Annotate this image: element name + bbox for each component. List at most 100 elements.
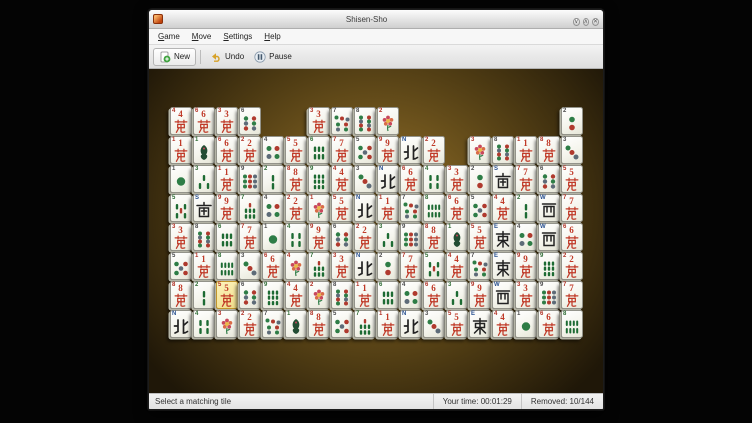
minimize-button[interactable]: ∨ xyxy=(573,18,579,26)
tile-p3[interactable]: 3 xyxy=(354,165,376,193)
tile-p1[interactable]: 1 xyxy=(170,165,192,193)
tile-p5[interactable]: 5 xyxy=(331,310,353,338)
tile-p4[interactable]: 4 xyxy=(515,223,537,251)
tile-m2[interactable]: 22 xyxy=(354,223,376,251)
tile-m1[interactable]: 11 xyxy=(377,194,399,222)
close-button[interactable]: ✕ xyxy=(592,18,599,26)
tile-p7[interactable]: 7 xyxy=(469,252,491,280)
tile-p9[interactable]: 9 xyxy=(400,223,422,251)
maximize-button[interactable]: ∧ xyxy=(583,18,589,26)
tile-p2[interactable]: 2 xyxy=(561,107,583,135)
tile-m8[interactable]: 88 xyxy=(285,165,307,193)
tile-s9[interactable]: 9 xyxy=(262,281,284,309)
tile-p3[interactable]: 3 xyxy=(423,310,445,338)
tile-m3[interactable]: 33 xyxy=(170,223,192,251)
tile-we[interactable]: E xyxy=(492,223,514,251)
tile-f2[interactable]: 2 xyxy=(377,107,399,135)
tile-m2[interactable]: 22 xyxy=(239,310,261,338)
tile-m5[interactable]: 55 xyxy=(469,223,491,251)
tile-p8[interactable]: 8 xyxy=(331,281,353,309)
tile-wn[interactable]: N xyxy=(354,194,376,222)
tile-p9[interactable]: 9 xyxy=(239,165,261,193)
tile-p5[interactable]: 5 xyxy=(469,194,491,222)
tile-m5[interactable]: 55 xyxy=(446,310,468,338)
tile-ww[interactable]: W xyxy=(538,194,560,222)
tile-s7[interactable]: 7 xyxy=(308,252,330,280)
tile-m1[interactable]: 11 xyxy=(377,310,399,338)
tile-m6[interactable]: 66 xyxy=(216,136,238,164)
tile-we[interactable]: E xyxy=(492,252,514,280)
tile-wn[interactable]: N xyxy=(377,165,399,193)
tile-m7[interactable]: 77 xyxy=(331,136,353,164)
tile-p6[interactable]: 6 xyxy=(239,107,261,135)
tile-p7[interactable]: 7 xyxy=(331,107,353,135)
tile-s3[interactable]: 3 xyxy=(193,165,215,193)
tile-s3[interactable]: 3 xyxy=(446,281,468,309)
tile-m5[interactable]: 55 xyxy=(561,165,583,193)
tile-m1[interactable]: 11 xyxy=(515,136,537,164)
undo-button[interactable]: Undo xyxy=(205,49,249,65)
tile-m4[interactable]: 44 xyxy=(331,165,353,193)
tile-f3[interactable]: 3 xyxy=(469,136,491,164)
tile-m3[interactable]: 33 xyxy=(446,165,468,193)
tile-p7[interactable]: 7 xyxy=(400,194,422,222)
tile-s2[interactable]: 2 xyxy=(515,194,537,222)
tile-f1[interactable]: 1 xyxy=(308,194,330,222)
tile-p1[interactable]: 1 xyxy=(262,223,284,251)
tile-m4[interactable]: 44 xyxy=(446,252,468,280)
tile-wn[interactable]: N xyxy=(170,310,192,338)
tile-s6[interactable]: 6 xyxy=(308,136,330,164)
tile-p3[interactable]: 3 xyxy=(561,136,583,164)
tile-m4[interactable]: 44 xyxy=(285,281,307,309)
tile-s2[interactable]: 2 xyxy=(262,165,284,193)
tile-m7[interactable]: 77 xyxy=(239,223,261,251)
tile-m6[interactable]: 66 xyxy=(538,310,560,338)
tile-s1[interactable]: 1 xyxy=(193,136,215,164)
tile-s8[interactable]: 8 xyxy=(216,252,238,280)
tile-wn[interactable]: N xyxy=(400,310,422,338)
tile-p5[interactable]: 5 xyxy=(170,252,192,280)
menu-move[interactable]: Move xyxy=(186,31,218,42)
tile-m9[interactable]: 99 xyxy=(377,136,399,164)
tile-m9[interactable]: 99 xyxy=(216,194,238,222)
tile-f3[interactable]: 3 xyxy=(216,310,238,338)
menu-settings[interactable]: Settings xyxy=(217,31,258,42)
tile-m8[interactable]: 88 xyxy=(423,223,445,251)
tile-p1[interactable]: 1 xyxy=(515,310,537,338)
tile-m5[interactable]: 55 xyxy=(216,281,238,309)
tile-m8[interactable]: 88 xyxy=(538,136,560,164)
tile-m4[interactable]: 44 xyxy=(492,310,514,338)
tile-s3[interactable]: 3 xyxy=(377,223,399,251)
tile-m8[interactable]: 88 xyxy=(170,281,192,309)
tile-m9[interactable]: 99 xyxy=(515,252,537,280)
tile-p7[interactable]: 7 xyxy=(262,310,284,338)
tile-p4[interactable]: 4 xyxy=(400,281,422,309)
tile-m6[interactable]: 66 xyxy=(423,281,445,309)
tile-s5[interactable]: 5 xyxy=(170,194,192,222)
tile-m7[interactable]: 77 xyxy=(561,281,583,309)
tile-m9[interactable]: 99 xyxy=(308,223,330,251)
tile-m2[interactable]: 22 xyxy=(285,194,307,222)
tile-s4[interactable]: 4 xyxy=(423,165,445,193)
tile-ws[interactable]: S xyxy=(193,194,215,222)
new-button[interactable]: New xyxy=(153,48,196,66)
tile-s5[interactable]: 5 xyxy=(423,252,445,280)
tile-m4[interactable]: 44 xyxy=(170,107,192,135)
pause-button[interactable]: Pause xyxy=(249,49,297,65)
tile-p8[interactable]: 8 xyxy=(354,107,376,135)
tile-s1[interactable]: 1 xyxy=(285,310,307,338)
tile-s8[interactable]: 8 xyxy=(423,194,445,222)
tile-p6[interactable]: 6 xyxy=(331,223,353,251)
tile-m4[interactable]: 44 xyxy=(492,194,514,222)
tile-m6[interactable]: 66 xyxy=(262,252,284,280)
tile-m7[interactable]: 77 xyxy=(515,165,537,193)
tile-m6[interactable]: 66 xyxy=(561,223,583,251)
tile-p9[interactable]: 9 xyxy=(538,281,560,309)
tile-m6[interactable]: 66 xyxy=(193,107,215,135)
tile-s7[interactable]: 7 xyxy=(354,310,376,338)
tile-wn[interactable]: N xyxy=(354,252,376,280)
tile-s6[interactable]: 6 xyxy=(216,223,238,251)
tile-s1[interactable]: 1 xyxy=(446,223,468,251)
tile-m2[interactable]: 22 xyxy=(561,252,583,280)
tile-m3[interactable]: 33 xyxy=(331,252,353,280)
